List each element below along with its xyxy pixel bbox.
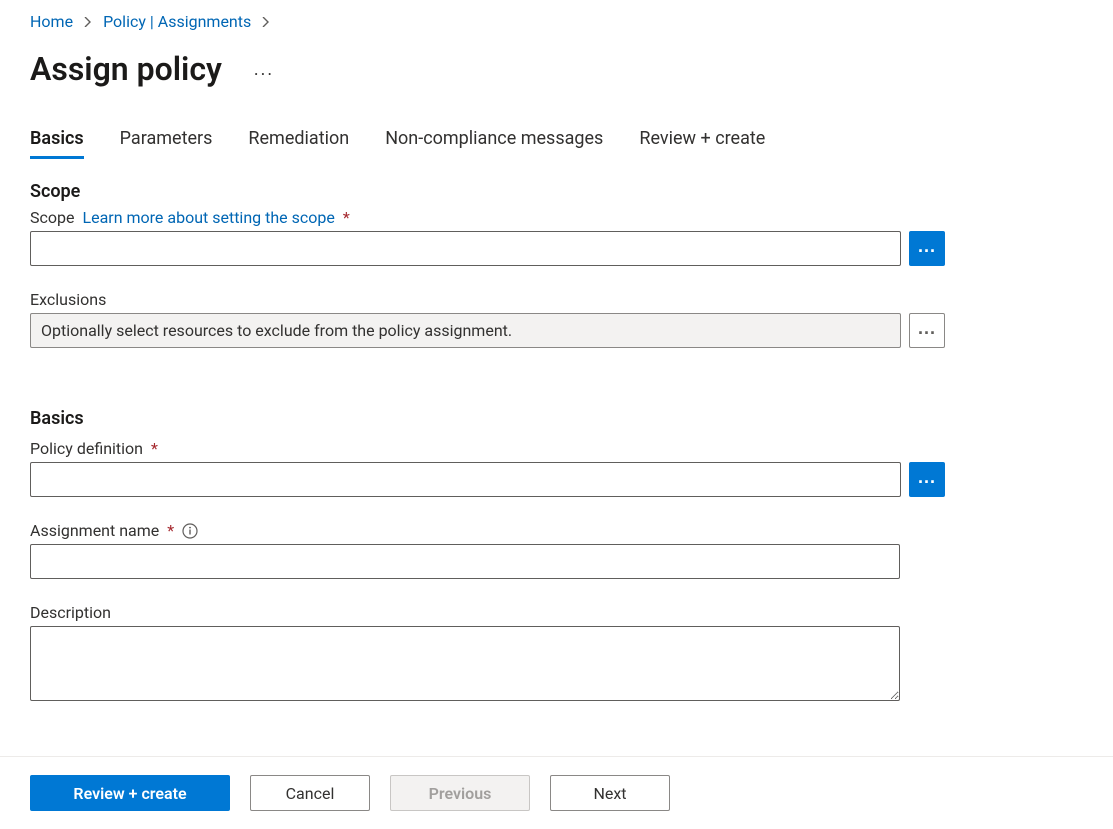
assignment-name-label: Assignment name: [30, 521, 159, 540]
required-asterisk: *: [343, 208, 350, 227]
page-title: Assign policy: [30, 50, 222, 88]
tab-basics[interactable]: Basics: [30, 128, 84, 159]
scope-heading: Scope: [30, 181, 945, 202]
assignment-name-input[interactable]: [30, 544, 900, 579]
chevron-right-icon: [83, 17, 93, 27]
wizard-footer: Review + create Cancel Previous Next: [0, 756, 1113, 829]
required-asterisk: *: [151, 439, 158, 458]
previous-button: Previous: [390, 775, 530, 811]
policy-definition-input[interactable]: [30, 462, 901, 497]
review-create-button[interactable]: Review + create: [30, 775, 230, 811]
scope-input[interactable]: [30, 231, 901, 266]
tab-bar: Basics Parameters Remediation Non-compli…: [30, 128, 1083, 159]
exclusions-label: Exclusions: [30, 290, 106, 309]
policy-definition-picker-button[interactable]: ...: [909, 462, 945, 497]
scope-picker-button[interactable]: ...: [909, 231, 945, 266]
breadcrumb-policy-assignments[interactable]: Policy | Assignments: [103, 12, 251, 32]
tab-parameters[interactable]: Parameters: [120, 128, 213, 159]
scope-label: Scope: [30, 208, 74, 227]
required-asterisk: *: [167, 521, 174, 540]
breadcrumb: Home Policy | Assignments: [30, 12, 1083, 32]
chevron-right-icon: [261, 17, 271, 27]
description-input[interactable]: [30, 626, 900, 701]
exclusions-picker-button[interactable]: ...: [909, 313, 945, 348]
breadcrumb-home[interactable]: Home: [30, 12, 73, 32]
basics-heading: Basics: [30, 408, 945, 429]
cancel-button[interactable]: Cancel: [250, 775, 370, 811]
tab-noncompliance[interactable]: Non-compliance messages: [385, 128, 603, 159]
exclusions-display: Optionally select resources to exclude f…: [30, 313, 901, 348]
description-label: Description: [30, 603, 111, 622]
policy-definition-label: Policy definition: [30, 439, 143, 458]
more-actions-button[interactable]: ...: [250, 55, 278, 84]
tab-review-create[interactable]: Review + create: [639, 128, 765, 159]
tab-remediation[interactable]: Remediation: [248, 128, 349, 159]
scope-learn-more-link[interactable]: Learn more about setting the scope: [82, 208, 334, 227]
next-button[interactable]: Next: [550, 775, 670, 811]
info-icon[interactable]: [182, 523, 198, 539]
